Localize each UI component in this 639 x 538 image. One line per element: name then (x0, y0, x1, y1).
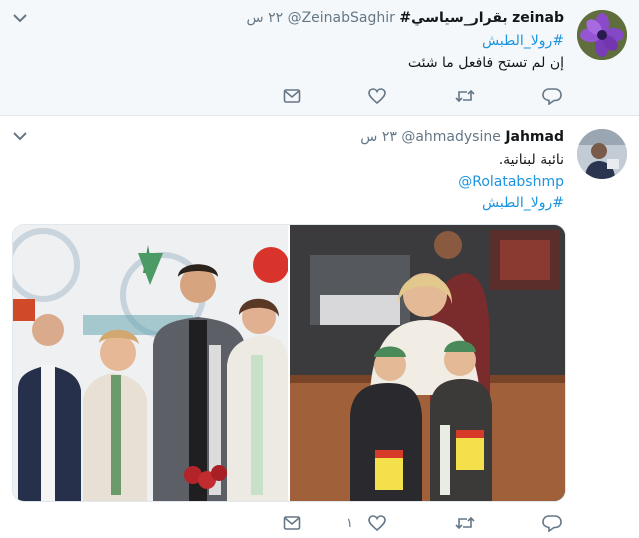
tweet-hashtag[interactable]: #رولا_الطبش (482, 33, 564, 49)
reply-button[interactable] (542, 87, 562, 107)
tweet-time[interactable]: ٢٢ س (247, 10, 284, 26)
tweet-text: إن لم تستح فافعل ما شئت (407, 55, 564, 71)
tweet-hashtag[interactable]: #رولا_الطبش (482, 195, 564, 211)
like-button[interactable] (368, 87, 386, 107)
reply-icon (542, 515, 562, 532)
like-icon (368, 88, 386, 105)
reply-button[interactable] (542, 514, 562, 534)
like-icon (368, 515, 386, 532)
message-button[interactable] (283, 87, 301, 107)
family-photo-image (290, 225, 565, 501)
retweet-icon (455, 516, 475, 530)
tweet-2[interactable]: ٢٣ س @ahmadysine Jahmad نائبة لبنانية. @… (0, 116, 639, 538)
tweet-text: نائبة لبنانية. (498, 152, 564, 168)
tweet-hashtag-name[interactable]: #بقرار_سياسي (399, 10, 507, 26)
event-photo-image (13, 225, 289, 501)
tweet-1[interactable]: ٢٢ س @ZeinabSaghir #بقرار_سياسي zeinab #… (0, 0, 639, 116)
avatar[interactable] (577, 10, 627, 60)
message-button[interactable] (283, 514, 301, 534)
message-icon (283, 89, 301, 103)
avatar-person-image (577, 129, 627, 179)
retweet-button[interactable] (455, 87, 475, 107)
retweet-icon (455, 89, 475, 103)
tweet-handle[interactable]: @ahmadysine (401, 129, 501, 145)
tweet-actions (0, 87, 639, 109)
tweet-actions: ١ (0, 514, 639, 536)
chevron-down-icon[interactable] (12, 12, 28, 24)
tweet-author-name[interactable]: Jahmad (505, 129, 564, 145)
message-icon (283, 516, 301, 530)
like-button[interactable] (368, 514, 386, 534)
tweet-header: ٢٣ س @ahmadysine Jahmad (360, 129, 564, 145)
tweet-time[interactable]: ٢٣ س (360, 129, 397, 145)
reply-icon (542, 88, 562, 105)
tweet-mention[interactable]: @Rolatabshmp (458, 174, 564, 190)
tweet-handle[interactable]: @ZeinabSaghir (288, 10, 395, 26)
chevron-down-icon[interactable] (12, 130, 28, 142)
avatar[interactable] (577, 129, 627, 179)
like-count: ١ (346, 516, 353, 531)
family-photo[interactable] (290, 225, 565, 501)
tweet-header: ٢٢ س @ZeinabSaghir #بقرار_سياسي zeinab (247, 10, 564, 26)
avatar-flower-image (577, 10, 627, 60)
tweet-author-name[interactable]: zeinab (512, 10, 564, 26)
retweet-button[interactable] (455, 514, 475, 534)
event-photo[interactable] (13, 225, 289, 501)
tweet-media[interactable] (12, 224, 566, 502)
